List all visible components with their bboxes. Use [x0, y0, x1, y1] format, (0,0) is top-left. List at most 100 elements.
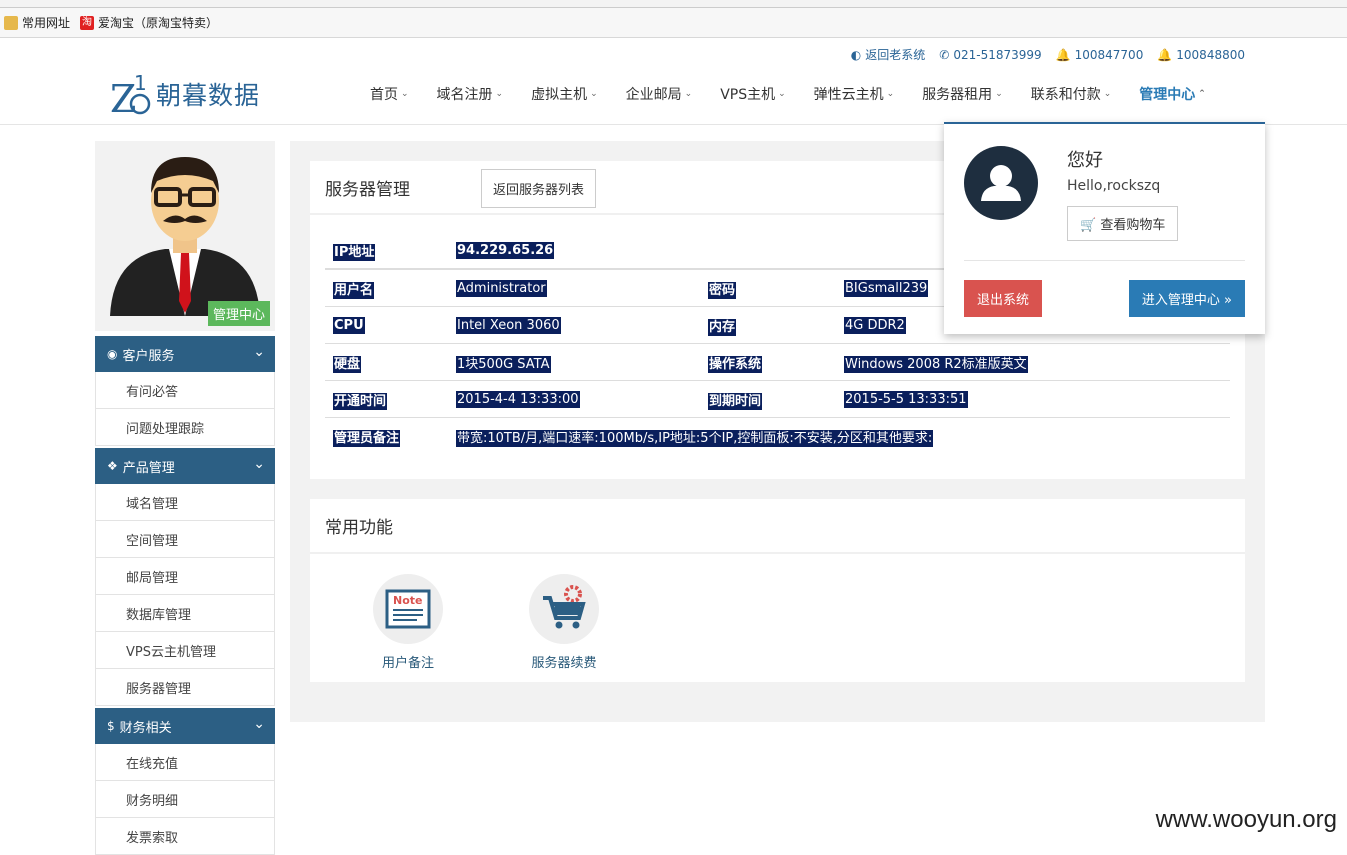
nav-vps[interactable]: VPS主机⌄: [706, 84, 799, 104]
sidebar-head-label: 产品管理: [123, 457, 175, 476]
user-note-shortcut[interactable]: Note 用户备注: [358, 574, 458, 671]
section-title: 常用功能: [310, 499, 1245, 554]
admin-note-value: 带宽:10TB/月,端口速率:100Mb/s,IP地址:5个IP,控制面板:不安…: [456, 430, 933, 447]
info-key: 用户名: [333, 282, 374, 299]
chevron-down-icon: ⌄: [253, 456, 265, 472]
bookmark-taobao[interactable]: 淘 爱淘宝（原淘宝特卖）: [80, 14, 218, 31]
bookmarks-bar: 常用网址 淘 爱淘宝（原淘宝特卖）: [0, 8, 1347, 38]
nav-server-rental[interactable]: 服务器租用⌄: [908, 84, 1017, 104]
nav-domain[interactable]: 域名注册⌄: [423, 84, 518, 104]
nav-label: 企业邮局: [626, 84, 682, 104]
main-nav: 首页⌄ 域名注册⌄ 虚拟主机⌄ 企业邮局⌄ VPS主机⌄ 弹性云主机⌄ 服务器租…: [356, 84, 1220, 104]
back-to-list-button[interactable]: 返回服务器列表: [481, 169, 596, 208]
chevron-down-icon: ⌄: [496, 89, 504, 99]
chevron-down-icon: ⌄: [887, 89, 895, 99]
info-key-cell: 管理员备注: [325, 427, 456, 446]
chevron-down-icon: ⌄: [995, 89, 1003, 99]
nav-label: 服务器租用: [922, 84, 992, 104]
sidebar-head[interactable]: ❖ 产品管理 ⌄: [95, 448, 275, 484]
info-key-cell: IP地址: [325, 241, 456, 260]
sidebar-item-database[interactable]: 数据库管理: [95, 595, 275, 632]
nav-cloud[interactable]: 弹性云主机⌄: [800, 84, 909, 104]
sidebar-item-domain[interactable]: 域名管理: [95, 484, 275, 521]
nav-label: 弹性云主机: [814, 84, 884, 104]
qq-number: 100848800: [1176, 48, 1245, 62]
sidebar-item-server[interactable]: 服务器管理: [95, 669, 275, 706]
svg-text:1: 1: [134, 72, 147, 95]
sidebar-item-vps[interactable]: VPS云主机管理: [95, 632, 275, 669]
chevron-down-icon: ⌄: [253, 344, 265, 360]
qq-icon: 🔔: [1056, 48, 1071, 62]
qq-contact-2[interactable]: 🔔 100848800: [1157, 46, 1245, 63]
info-key-cell: 内存: [708, 316, 844, 335]
divider: [964, 260, 1245, 261]
sidebar-section-finance: $ 财务相关 ⌄ 在线充值 财务明细 发票索取: [95, 708, 275, 855]
nav-label: 联系和付款: [1031, 84, 1101, 104]
cart-gear-icon: [529, 574, 599, 644]
nav-label: 首页: [370, 84, 398, 104]
user-avatar-icon: [964, 146, 1038, 220]
info-key-cell: 密码: [708, 279, 844, 298]
info-value: BIGsmall239: [844, 280, 928, 297]
info-value: Windows 2008 R2标准版英文: [844, 356, 1028, 373]
info-value-cell: Intel Xeon 3060: [456, 318, 708, 333]
table-row: 开通时间 2015-4-4 13:33:00 到期时间 2015-5-5 13:…: [325, 381, 1230, 418]
chevron-down-icon: ⌄: [778, 89, 786, 99]
nav-label: 虚拟主机: [531, 84, 587, 104]
admin-center-badge[interactable]: 管理中心: [208, 301, 270, 326]
chevron-down-icon: ⌄: [590, 89, 598, 99]
sidebar-head-label: 财务相关: [120, 717, 172, 736]
nav-home[interactable]: 首页⌄: [356, 84, 423, 104]
phone-contact: ✆ 021-51873999: [939, 46, 1041, 63]
ip-value: 94.229.65.26: [456, 242, 554, 259]
server-renew-shortcut[interactable]: 服务器续费: [514, 574, 614, 671]
info-value-cell: Windows 2008 R2标准版英文: [844, 353, 1230, 372]
nav-contact[interactable]: 联系和付款⌄: [1017, 84, 1126, 104]
sidebar-item-issue-tracking[interactable]: 问题处理跟踪: [95, 409, 275, 446]
chevron-down-icon: ⌄: [1104, 89, 1112, 99]
nav-hosting[interactable]: 虚拟主机⌄: [517, 84, 612, 104]
info-key-cell: 操作系统: [708, 353, 844, 372]
logo-text: 朝暮数据: [156, 76, 260, 112]
username-label: Hello,rockszq: [1067, 178, 1160, 194]
dollar-icon: $: [107, 719, 115, 733]
old-system-link[interactable]: ◐ 返回老系统: [851, 46, 926, 63]
contact-bar: ◐ 返回老系统 ✆ 021-51873999 🔔 100847700 🔔 100…: [851, 46, 1245, 63]
dashboard-icon: ◉: [107, 347, 117, 361]
logout-button[interactable]: 退出系统: [964, 280, 1042, 317]
sidebar-head[interactable]: $ 财务相关 ⌄: [95, 708, 275, 744]
info-key: 到期时间: [708, 393, 762, 410]
sidebar-item-space[interactable]: 空间管理: [95, 521, 275, 558]
info-value-cell: 2015-5-5 13:33:51: [844, 392, 1230, 407]
nav-admin-center[interactable]: 管理中心⌃: [1125, 84, 1220, 104]
enter-admin-center-button[interactable]: 进入管理中心 »: [1129, 280, 1245, 317]
logo-mark-icon: Z 1: [110, 72, 152, 116]
svg-text:Note: Note: [393, 594, 422, 607]
chevron-down-icon: ⌄: [401, 89, 409, 99]
user-dropdown-panel: 您好 Hello,rockszq 🛒 查看购物车 退出系统 进入管理中心 »: [944, 122, 1265, 334]
old-system-label: 返回老系统: [865, 46, 925, 63]
sidebar-head[interactable]: ◉ 客户服务 ⌄: [95, 336, 275, 372]
info-key: 硬盘: [333, 356, 361, 373]
bookmark-common-sites[interactable]: 常用网址: [4, 14, 70, 31]
sidebar-item-mail[interactable]: 邮局管理: [95, 558, 275, 595]
site-logo[interactable]: Z 1 朝暮数据: [110, 72, 260, 116]
info-value-cell: 2015-4-4 13:33:00: [456, 392, 708, 407]
qq-contact-1[interactable]: 🔔 100847700: [1056, 46, 1144, 63]
sidebar-section-customer-service: ◉ 客户服务 ⌄ 有问必答 问题处理跟踪: [95, 336, 275, 446]
greeting: 您好: [1067, 146, 1103, 172]
nav-label: 域名注册: [437, 84, 493, 104]
sidebar-item-invoice[interactable]: 发票索取: [95, 818, 275, 855]
bookmark-label: 爱淘宝（原淘宝特卖）: [98, 14, 218, 31]
sidebar-item-faq[interactable]: 有问必答: [95, 372, 275, 409]
folder-icon: [4, 16, 18, 30]
sidebar-head-label: 客户服务: [122, 345, 174, 364]
nav-mail[interactable]: 企业邮局⌄: [612, 84, 707, 104]
view-cart-button[interactable]: 🛒 查看购物车: [1067, 206, 1178, 241]
common-functions-card: 常用功能 Note 用户备注: [310, 499, 1245, 682]
table-row: 硬盘 1块500G SATA 操作系统 Windows 2008 R2标准版英文: [325, 344, 1230, 381]
sidebar-item-recharge[interactable]: 在线充值: [95, 744, 275, 781]
info-key: 操作系统: [708, 356, 762, 373]
nav-label: VPS主机: [720, 84, 775, 104]
sidebar-item-finance-detail[interactable]: 财务明细: [95, 781, 275, 818]
